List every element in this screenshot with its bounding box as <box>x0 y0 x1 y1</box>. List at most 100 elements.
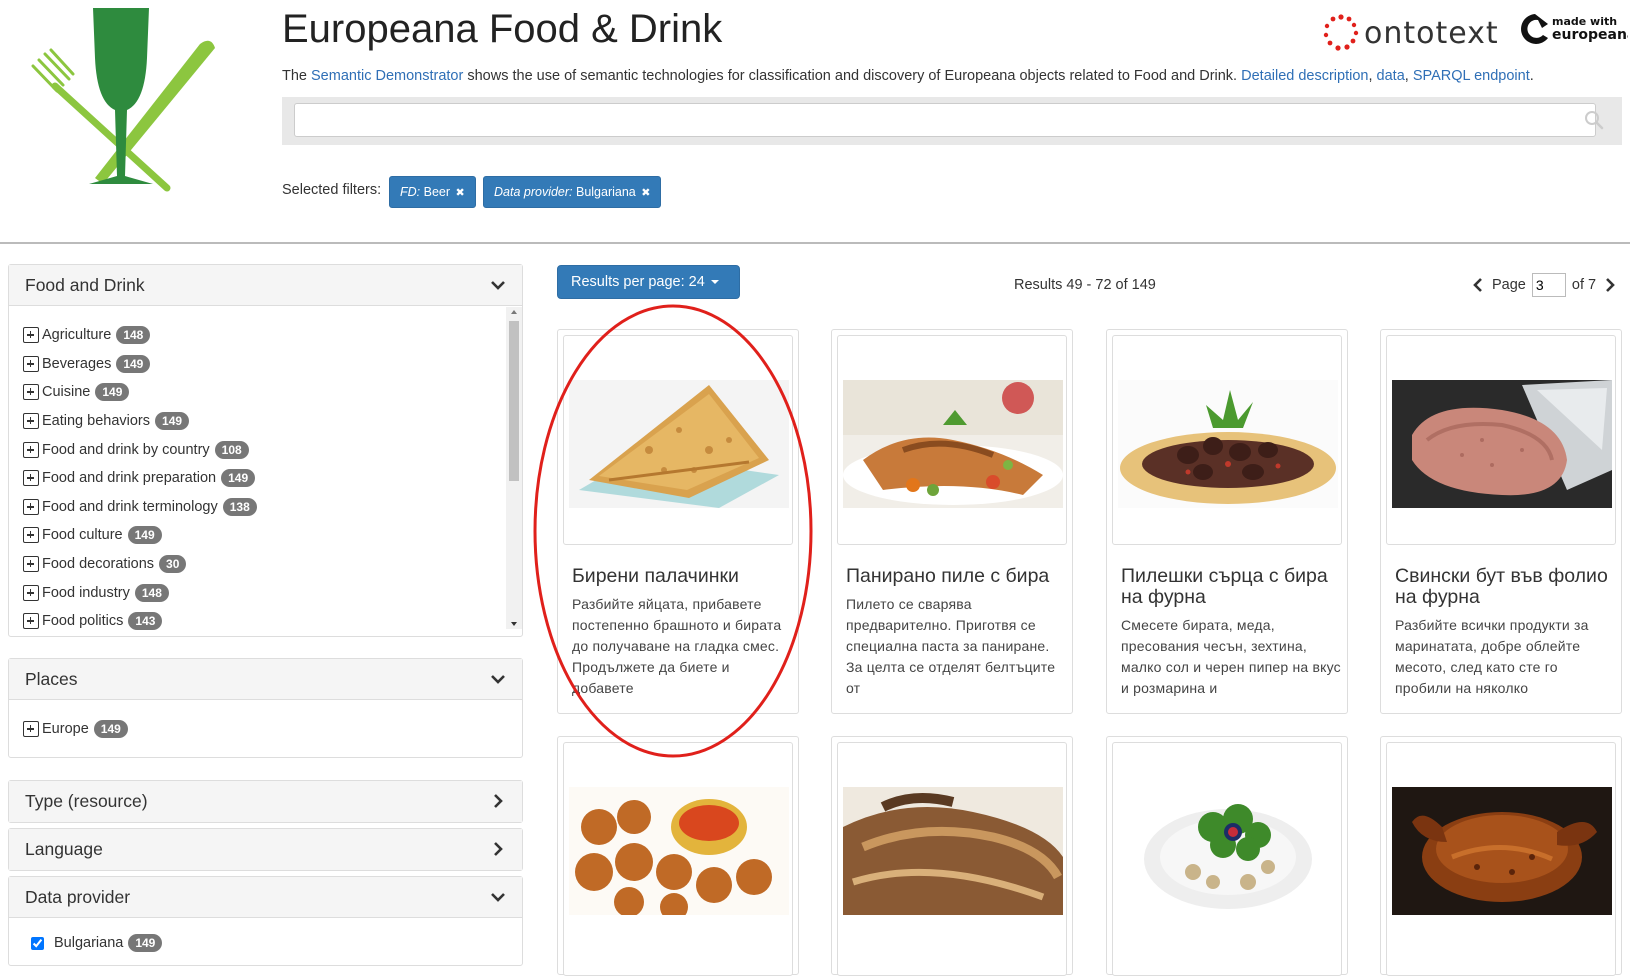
chevron-down-icon[interactable] <box>490 277 506 293</box>
result-card[interactable]: Пилешки сърца с бира на фурна Смесете би… <box>1106 329 1348 714</box>
data-link[interactable]: data <box>1377 68 1405 84</box>
facet-scrollbar[interactable] <box>506 307 522 629</box>
result-description: Разбийте яйцата, прибавете постепенно бр… <box>572 596 782 696</box>
chevron-right-icon[interactable] <box>490 793 506 809</box>
page-number-input[interactable] <box>1531 273 1566 297</box>
count-badge: 149 <box>128 934 163 952</box>
result-title[interactable]: Свински бут във фолио на фурна <box>1395 566 1617 608</box>
result-thumbnail[interactable] <box>563 742 793 976</box>
result-card[interactable]: Бирени палачинки Разбийте яйцата, прибав… <box>557 329 799 714</box>
chevron-down-icon[interactable] <box>490 671 506 687</box>
facet-title: Type (resource) <box>25 791 148 811</box>
facet-item-food-and-drink-terminology[interactable]: Food and drink terminology 138 <box>23 496 257 518</box>
facet-item-eating-behaviors[interactable]: Eating behaviors 149 <box>23 410 190 432</box>
result-card[interactable] <box>1380 736 1622 976</box>
expand-plus-icon[interactable] <box>23 470 39 486</box>
caret-down-icon <box>710 280 719 285</box>
result-description: Разбийте всички продукти за маринатата, … <box>1395 617 1589 696</box>
expand-plus-icon[interactable] <box>23 499 39 515</box>
facet-item-label: Food politics <box>42 613 124 629</box>
result-card[interactable] <box>831 736 1073 976</box>
expand-plus-icon[interactable] <box>23 556 39 572</box>
expand-plus-icon[interactable] <box>23 413 39 429</box>
result-thumbnail[interactable] <box>1112 742 1342 976</box>
remove-filter-icon[interactable]: ✖ <box>641 187 650 199</box>
count-badge: 143 <box>128 612 163 630</box>
count-badge: 149 <box>127 526 162 544</box>
scrollbar-thumb[interactable] <box>509 321 519 481</box>
count-badge: 149 <box>95 383 130 401</box>
facet-item-label: Food and drink terminology <box>42 499 218 515</box>
facet-item-food-and-drink-by-country[interactable]: Food and drink by country 108 <box>23 439 249 461</box>
facet-item-food-decorations[interactable]: Food decorations 30 <box>23 553 187 575</box>
result-thumbnail[interactable] <box>1386 335 1616 545</box>
result-thumbnail[interactable] <box>837 335 1067 545</box>
facet-item-food-industry[interactable]: Food industry 148 <box>23 582 169 604</box>
facet-item-bulgariana[interactable]: Bulgariana 149 <box>31 932 163 954</box>
remove-filter-icon[interactable]: ✖ <box>456 187 465 199</box>
count-badge: 30 <box>159 555 187 573</box>
expand-plus-icon[interactable] <box>23 585 39 601</box>
result-title[interactable]: Пилешки сърца с бира на фурна <box>1121 566 1343 608</box>
facet-item-food-culture[interactable]: Food culture 149 <box>23 524 162 546</box>
chevron-right-icon[interactable] <box>490 841 506 857</box>
facet-item-food-politics[interactable]: Food politics 143 <box>23 610 163 632</box>
filter-key: FD: <box>400 185 421 199</box>
facet-item-label: Eating behaviors <box>42 413 151 429</box>
facet-item-label: Food decorations <box>42 556 155 572</box>
results-per-page-button[interactable]: Results per page: 24 <box>557 265 740 299</box>
facet-header-places[interactable]: Places <box>9 659 522 700</box>
scroll-up-arrow-icon[interactable] <box>506 307 522 317</box>
pagination: Page of 7 <box>1472 272 1616 298</box>
ontotext-logo[interactable]: ontotext <box>1322 12 1502 52</box>
filter-chip-data-provider[interactable]: Data provider: Bulgariana ✖ <box>483 176 662 208</box>
facet-item-europe[interactable]: Europe 149 <box>23 718 128 740</box>
result-card[interactable] <box>557 736 799 976</box>
semantic-demonstrator-link[interactable]: Semantic Demonstrator <box>311 68 463 84</box>
scroll-down-arrow-icon[interactable] <box>506 619 522 629</box>
facet-header-data-provider[interactable]: Data provider <box>9 877 522 918</box>
count-badge: 148 <box>134 584 169 602</box>
facet-item-food-and-drink-preparation[interactable]: Food and drink preparation 149 <box>23 467 256 489</box>
expand-plus-icon[interactable] <box>23 527 39 543</box>
next-page-icon[interactable] <box>1604 278 1616 292</box>
detailed-description-link[interactable]: Detailed description <box>1241 68 1368 84</box>
facet-title: Data provider <box>25 887 131 907</box>
result-title[interactable]: Бирени палачинки <box>572 566 794 587</box>
facet-item-agriculture[interactable]: Agriculture 148 <box>23 324 151 346</box>
expand-plus-icon[interactable] <box>23 384 39 400</box>
chevron-down-icon[interactable] <box>490 889 506 905</box>
facet-item-label: Beverages <box>42 356 112 372</box>
search-bar <box>282 97 1622 145</box>
result-card[interactable] <box>1106 736 1348 976</box>
facet-header-type-resource[interactable]: Type (resource) <box>9 781 522 822</box>
result-thumbnail[interactable] <box>1112 335 1342 545</box>
facet-item-cuisine[interactable]: Cuisine 149 <box>23 381 130 403</box>
facet-item-beverages[interactable]: Beverages 149 <box>23 353 151 375</box>
expand-plus-icon[interactable] <box>23 327 39 343</box>
result-thumbnail[interactable] <box>563 335 793 545</box>
result-thumbnail[interactable] <box>837 742 1067 976</box>
result-thumbnail[interactable] <box>1386 742 1616 976</box>
facet-item-label: Agriculture <box>42 327 112 343</box>
svg-text:ontotext: ontotext <box>1364 16 1499 51</box>
filter-chip-fd-beer[interactable]: FD: Beer ✖ <box>389 176 476 208</box>
sparql-endpoint-link[interactable]: SPARQL endpoint <box>1413 68 1530 84</box>
made-with-europeana-logo[interactable]: made with europeana <box>1516 8 1628 54</box>
crepes-image <box>569 380 789 508</box>
result-card[interactable]: Панирано пиле с бира Пилето се сварява п… <box>831 329 1073 714</box>
result-card[interactable]: Свински бут във фолио на фурна Разбийте … <box>1380 329 1622 714</box>
site-title: Europeana Food & Drink <box>282 7 723 51</box>
facet-header-language[interactable]: Language <box>9 829 522 870</box>
expand-plus-icon[interactable] <box>23 721 39 737</box>
expand-plus-icon[interactable] <box>23 356 39 372</box>
bulgariana-checkbox[interactable] <box>31 936 44 950</box>
search-input[interactable] <box>294 103 1596 137</box>
expand-plus-icon[interactable] <box>23 442 39 458</box>
europeana-food-drink-logo[interactable] <box>25 6 235 196</box>
facet-header-food-and-drink[interactable]: Food and Drink <box>9 265 522 306</box>
result-title[interactable]: Панирано пиле с бира <box>846 566 1068 587</box>
expand-plus-icon[interactable] <box>23 613 39 629</box>
previous-page-icon[interactable] <box>1472 278 1484 292</box>
search-icon[interactable] <box>1584 110 1604 130</box>
